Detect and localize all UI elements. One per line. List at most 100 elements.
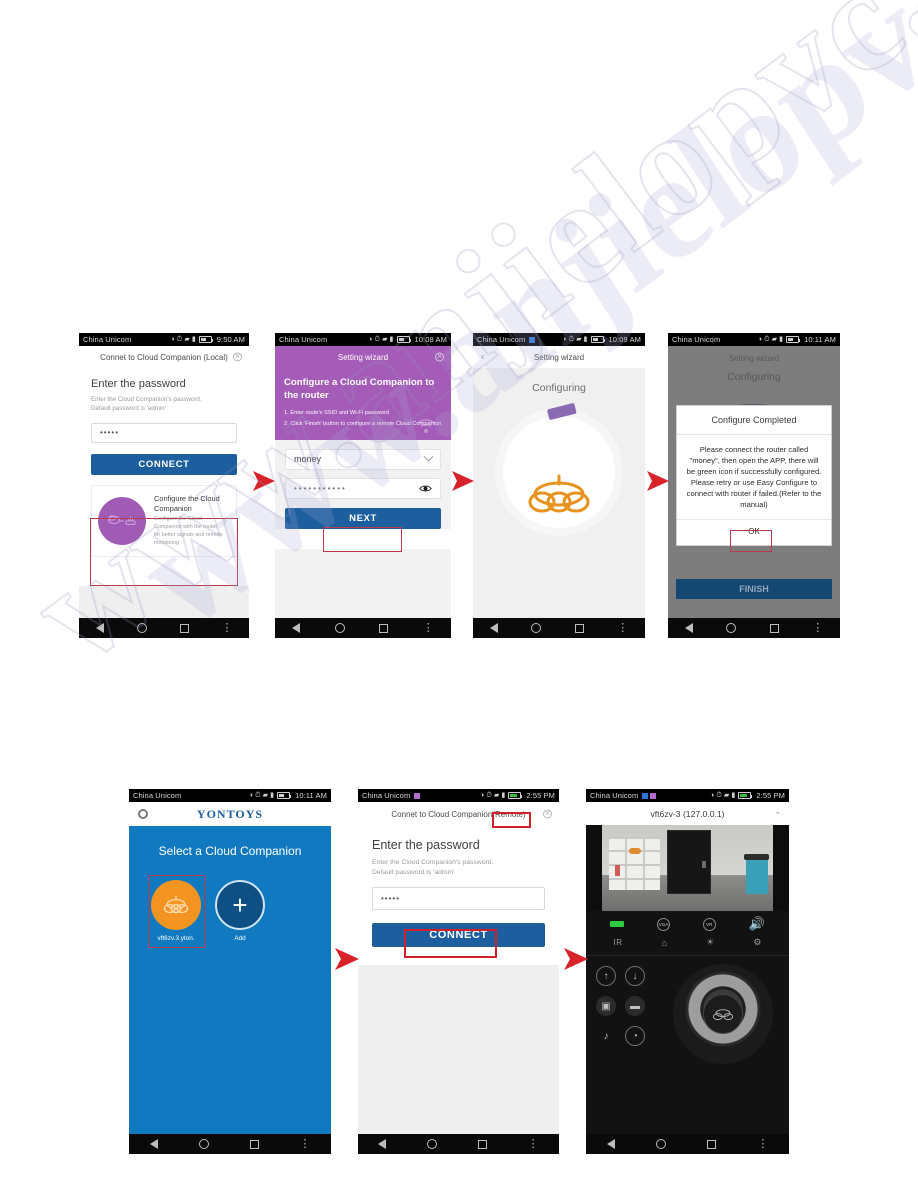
move-down-icon[interactable]: ↓ xyxy=(625,966,645,986)
nav-recents-icon[interactable] xyxy=(707,1139,717,1149)
move-up-icon[interactable]: ↑ xyxy=(596,966,616,986)
nav-back-icon[interactable] xyxy=(378,1139,387,1149)
nav-recents-icon[interactable] xyxy=(379,623,389,633)
flow-arrow-4 xyxy=(333,945,361,973)
cast-icon[interactable]: ⌁ xyxy=(776,809,780,817)
nav-home-icon[interactable] xyxy=(531,623,542,633)
nav-menu-icon[interactable]: ⋮ xyxy=(528,1139,539,1150)
status-icons: ◑ ⏱ ▰ ▮ 10:09 AM xyxy=(562,335,641,344)
move-buttons: ↑ ↓ xyxy=(596,966,645,986)
nav-home-icon[interactable] xyxy=(726,623,737,633)
brightness-icon[interactable]: ☀ xyxy=(706,937,714,948)
status-carrier: China Unicom xyxy=(590,791,639,800)
vr-button[interactable]: VR xyxy=(702,917,716,931)
video-record-icon[interactable]: ▬ xyxy=(625,996,645,1016)
signal-icon: ▮ xyxy=(191,336,196,343)
snapshot-lock-icon[interactable]: ⌂ xyxy=(662,938,667,948)
status-icons: ◑ ⏱ ▰ ▮ 10:11 AM xyxy=(249,791,327,800)
vga-button[interactable]: VGA xyxy=(657,917,671,931)
nav-home-icon[interactable] xyxy=(136,623,147,633)
nav-recents-icon[interactable] xyxy=(769,623,779,633)
nav-recents-icon[interactable] xyxy=(249,1139,259,1149)
nav-menu-icon[interactable]: ⋮ xyxy=(222,623,233,634)
android-nav-bar: ⋮ xyxy=(129,1134,331,1154)
vibrate-icon: ◑ xyxy=(368,336,373,343)
ssid-select[interactable]: money xyxy=(285,448,441,470)
android-nav-bar: ⋮ xyxy=(586,1134,789,1154)
app-bar: Connet to Cloud Companion (Local) ✕ xyxy=(79,346,249,368)
alarm-icon: ⏱ xyxy=(716,792,722,799)
app-logo: YONTOYS xyxy=(196,806,264,821)
speaker-icon[interactable]: 🔊 xyxy=(748,916,764,932)
ir-button[interactable]: IR xyxy=(614,938,623,947)
phone-select-companion: China Unicom ◑ ⏱ ▰ ▮ 10:11 AM YONTOYS Se… xyxy=(129,789,331,1154)
connect-button[interactable]: CONNECT xyxy=(91,453,237,475)
dialog-title: Configure Completed xyxy=(677,406,831,435)
nav-menu-icon[interactable]: ⋮ xyxy=(423,623,434,634)
camera-icon[interactable]: ▣ xyxy=(596,996,616,1016)
gear-icon[interactable] xyxy=(138,809,148,819)
empty-area xyxy=(275,549,451,618)
nav-recents-icon[interactable] xyxy=(477,1139,487,1149)
status-carrier: China Unicom xyxy=(279,335,328,344)
status-carrier: China Unicom xyxy=(362,791,411,800)
status-bar: China Unicom ◑ ⏱ ▰ ▮ 10:09 AM xyxy=(473,333,645,346)
nav-back-icon[interactable] xyxy=(489,623,498,633)
direction-pad[interactable] xyxy=(673,964,773,1064)
nav-menu-icon[interactable]: ⋮ xyxy=(757,1139,768,1150)
close-icon[interactable]: ✕ xyxy=(543,809,552,819)
nav-back-icon[interactable] xyxy=(684,623,693,633)
password-input[interactable]: ••••• xyxy=(372,886,545,910)
nav-back-icon[interactable] xyxy=(95,623,104,633)
highlight-box-connect xyxy=(404,929,497,958)
left-controls: ↑ ↓ ▣ ▬ ♪ ◔ xyxy=(596,966,645,1056)
page-root: www.anjielopvc.com www.anjielopvc.com Ch… xyxy=(0,0,918,1188)
video-stream[interactable] xyxy=(586,825,789,911)
nav-home-icon[interactable] xyxy=(198,1139,209,1149)
nav-menu-icon[interactable]: ⋮ xyxy=(617,623,628,634)
nav-home-icon[interactable] xyxy=(427,1139,438,1149)
volume-dial-icon[interactable]: ◔ xyxy=(625,1026,645,1046)
nav-home-icon[interactable] xyxy=(655,1139,666,1149)
nav-menu-icon[interactable]: ⋮ xyxy=(812,623,823,634)
page-title: Enter the password xyxy=(372,838,480,852)
microphone-icon[interactable]: ♪ xyxy=(596,1026,616,1046)
close-icon[interactable]: ✕ xyxy=(233,352,242,362)
live-view: vft6zv-3 (127.0.0.1) ⌁ VGA VR 🔊 IR ⌂ ☀ ⚙… xyxy=(586,802,789,1154)
android-nav-bar: ⋮ xyxy=(275,618,451,638)
dpad-center-button[interactable] xyxy=(703,994,743,1034)
vibrate-icon: ◑ xyxy=(562,336,567,343)
status-bar: China Unicom ◑ ⏱ ▰ ▮ 10:11 AM xyxy=(668,333,840,346)
nav-recents-icon[interactable] xyxy=(179,623,189,633)
nav-recents-icon[interactable] xyxy=(574,623,584,633)
wifi-password-input[interactable]: ••••••••••• xyxy=(285,477,441,499)
battery-icon xyxy=(508,792,523,799)
password-input[interactable]: ••••• xyxy=(91,422,237,443)
status-time: 10:11 AM xyxy=(295,791,327,800)
configure-completed-dialog: Configure Completed Please connect the r… xyxy=(676,405,832,546)
status-icons: ◑ ⏱ ▰ ▮ 9:50 AM xyxy=(170,335,245,344)
android-nav-bar: ⋮ xyxy=(668,618,840,638)
app-bar: YONTOYS xyxy=(129,802,331,826)
signal-icon: ▮ xyxy=(779,336,784,343)
bin-object xyxy=(744,853,770,894)
hint-line-1: Enter the Cloud Companion's password. xyxy=(91,396,202,403)
next-button[interactable]: NEXT xyxy=(285,507,441,529)
nav-home-icon[interactable] xyxy=(334,623,345,633)
close-icon[interactable]: ✕ xyxy=(435,352,444,362)
android-nav-bar: ⋮ xyxy=(473,618,645,638)
nav-menu-icon[interactable]: ⋮ xyxy=(300,1139,311,1150)
companion-item-add[interactable]: + Add xyxy=(215,880,265,942)
door-object xyxy=(666,830,712,894)
settings-icon[interactable]: ⚙ xyxy=(753,937,761,948)
nav-back-icon[interactable] xyxy=(606,1139,615,1149)
battery-pill-icon xyxy=(610,921,625,927)
ssid-value: money xyxy=(294,454,322,465)
finish-button[interactable]: FINISH xyxy=(676,579,832,599)
status-carrier: China Unicom xyxy=(83,335,132,344)
back-icon[interactable]: ‹ xyxy=(481,352,484,363)
chevron-down-icon xyxy=(423,451,434,462)
plus-icon: + xyxy=(215,880,265,930)
nav-back-icon[interactable] xyxy=(149,1139,158,1149)
nav-back-icon[interactable] xyxy=(292,623,301,633)
